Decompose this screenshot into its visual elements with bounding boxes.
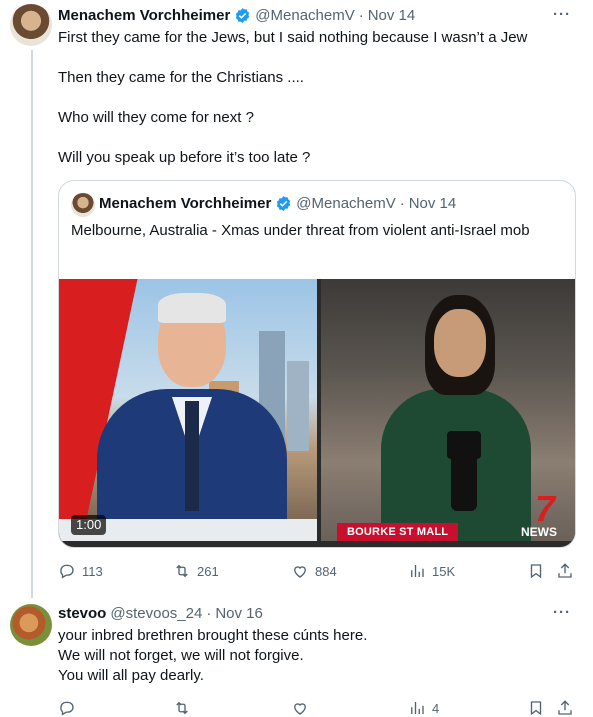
- separator-dot: ·: [399, 195, 405, 212]
- anchor-hair: [158, 293, 226, 323]
- bookmark-icon: [530, 564, 542, 579]
- author-name[interactable]: Menachem Vorchheimer: [58, 7, 230, 24]
- like-button[interactable]: 884: [291, 561, 337, 581]
- author-avatar[interactable]: [10, 4, 52, 46]
- tweet-actions: 113 261 884 15K: [58, 561, 578, 581]
- quoted-tweet-date: Nov 14: [408, 195, 457, 212]
- retweet-icon: [176, 701, 188, 715]
- views-icon: [411, 702, 424, 714]
- video-anchor-panel: 1:00: [59, 279, 317, 541]
- views-button[interactable]: 15K: [408, 561, 455, 581]
- channel-logo-text: NEWS: [521, 525, 557, 539]
- reply-text-line: your inbred brethren brought these cúnts…: [58, 627, 368, 644]
- share-button[interactable]: [556, 561, 574, 581]
- verified-badge-icon: [277, 196, 291, 211]
- channel-logo-number: 7: [534, 488, 555, 529]
- tweet-text-line: First they came for the Jews, but I said…: [58, 29, 528, 46]
- media-top-spacer: [59, 257, 575, 279]
- reply-date[interactable]: Nov 16: [215, 605, 263, 622]
- quoted-author-name: Menachem Vorchheimer: [99, 195, 272, 212]
- retweet-count: 261: [197, 563, 219, 579]
- video-reporter-panel: BOURKE ST MALL 7 NEWS: [321, 279, 575, 541]
- share-icon: [558, 700, 572, 715]
- author-handle[interactable]: @MenachemV: [255, 7, 354, 24]
- reply-author-avatar[interactable]: [10, 604, 52, 646]
- views-button[interactable]: 4: [408, 698, 439, 717]
- views-count: 15K: [432, 563, 456, 579]
- reply-text-line: You will all pay dearly.: [58, 667, 204, 684]
- tweet-text-line: Will you speak up before it’s too late ?: [58, 149, 311, 166]
- reply-button[interactable]: [58, 698, 76, 717]
- tweet-text-line: Who will they come for next ?: [58, 109, 254, 126]
- reply-author-name[interactable]: stevoo: [58, 605, 106, 622]
- like-count: 884: [315, 563, 337, 579]
- tweet-text-line: Then they came for the Christians ....: [58, 69, 304, 86]
- microphone: [451, 431, 477, 511]
- more-icon[interactable]: ···: [553, 604, 571, 622]
- reply-header: stevoo @stevoos_24 · Nov 16: [58, 605, 263, 622]
- retweet-button[interactable]: [173, 698, 191, 717]
- separator-dot: ·: [206, 605, 212, 622]
- video-player[interactable]: 1:00 BOURKE ST MALL 7 NEWS: [59, 257, 575, 547]
- thread-line: [31, 50, 33, 598]
- reply-author-handle[interactable]: @stevoos_24: [110, 605, 202, 622]
- reply-icon: [60, 701, 74, 716]
- like-button[interactable]: [291, 698, 309, 717]
- reply-actions: 4: [58, 698, 578, 717]
- verified-badge-icon: [236, 8, 250, 23]
- quoted-tweet-text: Melbourne, Australia - Xmas under threat…: [71, 222, 530, 239]
- location-caption: BOURKE ST MALL: [337, 523, 459, 541]
- quoted-author-handle: @MenachemV: [296, 195, 396, 212]
- separator-dot: ·: [358, 7, 364, 24]
- anchor-tie: [185, 401, 199, 511]
- retweet-button[interactable]: 261: [173, 561, 219, 581]
- views-icon: [411, 565, 424, 577]
- like-icon: [294, 703, 306, 715]
- bookmark-icon: [530, 701, 542, 716]
- views-count: 4: [432, 700, 440, 716]
- share-icon: [558, 563, 572, 578]
- reply-button[interactable]: 113: [58, 561, 103, 581]
- quoted-tweet[interactable]: Menachem Vorchheimer @MenachemV · Nov 14…: [58, 180, 576, 548]
- reply-text-line: We will not forget, we will not forgive.: [58, 647, 304, 664]
- more-icon[interactable]: ···: [553, 6, 571, 24]
- video-duration: 1:00: [71, 515, 107, 535]
- reporter-face: [434, 309, 486, 377]
- retweet-icon: [176, 564, 188, 578]
- like-icon: [294, 566, 306, 578]
- share-button[interactable]: [556, 698, 574, 717]
- bookmark-button[interactable]: [527, 698, 545, 717]
- tweet-date[interactable]: Nov 14: [368, 7, 416, 24]
- quoted-tweet-header: Menachem Vorchheimer @MenachemV · Nov 14: [99, 195, 456, 212]
- bookmark-button[interactable]: [527, 561, 545, 581]
- quoted-author-avatar: [71, 193, 95, 217]
- background-tower: [287, 361, 309, 451]
- tweet-header: Menachem Vorchheimer @MenachemV · Nov 14: [58, 7, 415, 24]
- reply-count: 113: [82, 563, 103, 579]
- reply-icon: [60, 564, 74, 579]
